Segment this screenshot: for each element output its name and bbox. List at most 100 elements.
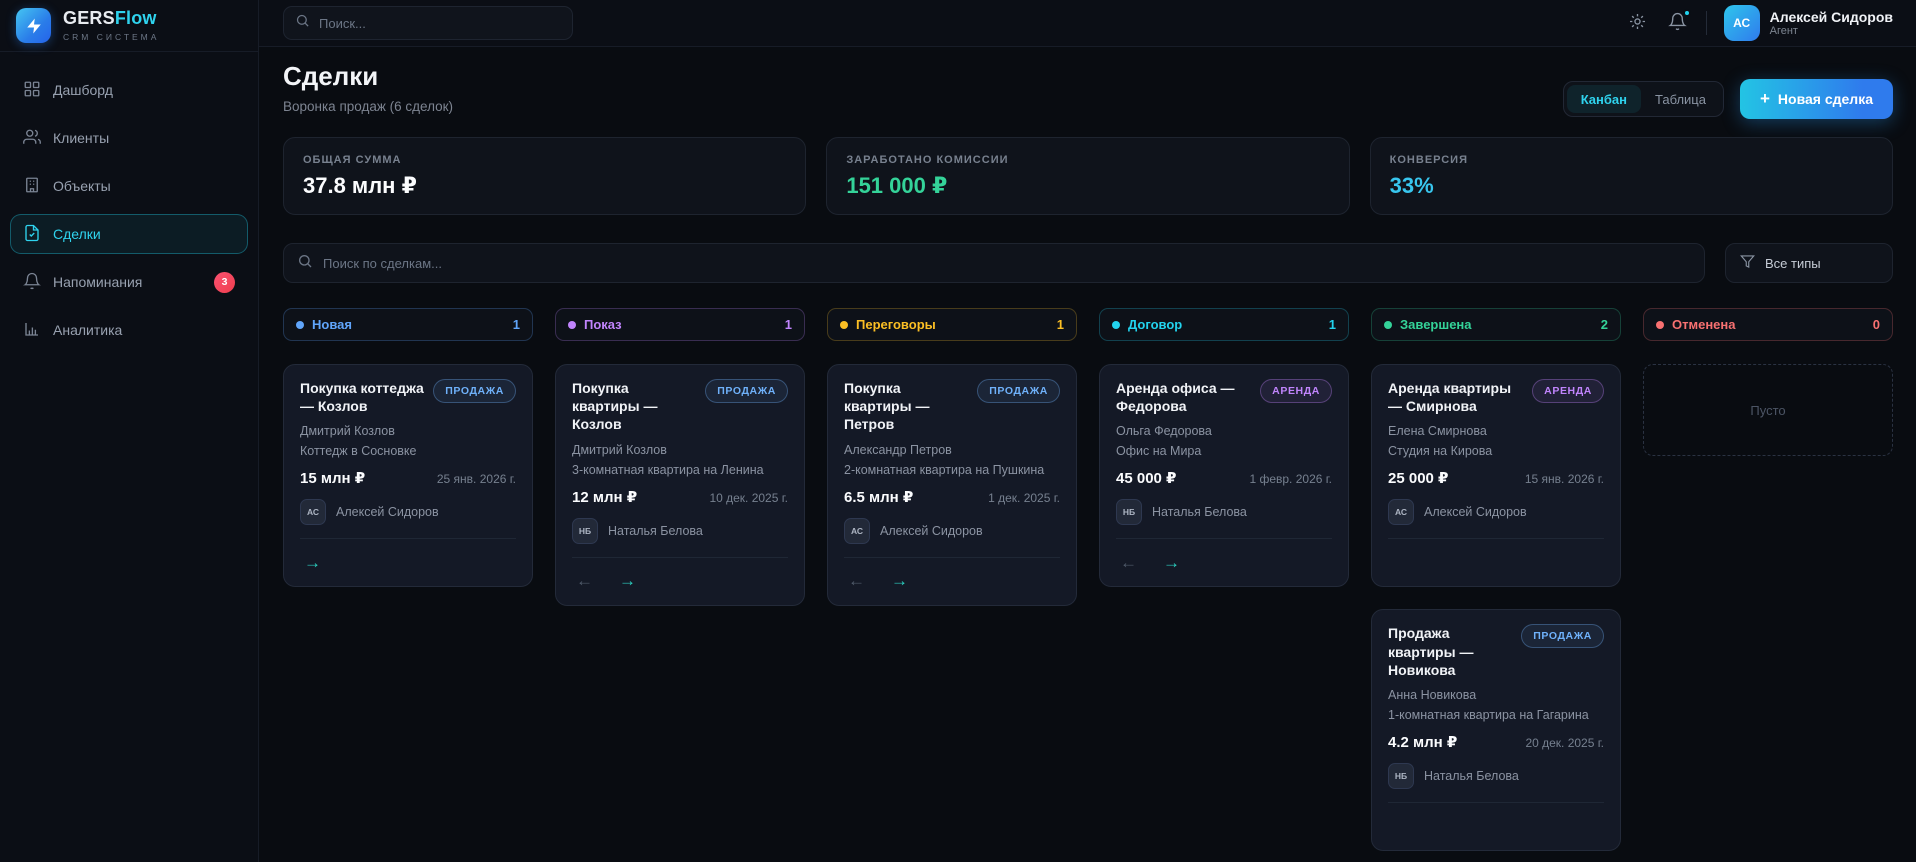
- view-option-table[interactable]: Таблица: [1641, 85, 1720, 113]
- type-filter-dropdown[interactable]: Все типы: [1725, 243, 1893, 283]
- move-right-arrow-icon[interactable]: →: [615, 570, 640, 591]
- agent-avatar: НБ: [1116, 499, 1142, 525]
- card-footer: ←→: [572, 557, 788, 595]
- stat-label: КОНВЕРСИЯ: [1390, 154, 1873, 166]
- sidebar-item-objects[interactable]: Объекты: [10, 166, 248, 206]
- deal-card[interactable]: Аренда офиса — Федорова АРЕНДА Ольга Фед…: [1099, 364, 1349, 587]
- page-title: Сделки: [283, 61, 453, 92]
- move-left-arrow-icon[interactable]: ←: [1116, 552, 1141, 573]
- agent-avatar: АС: [300, 499, 326, 525]
- sidebar-item-analytics[interactable]: Аналитика: [10, 310, 248, 350]
- new-deal-button[interactable]: + Новая сделка: [1740, 79, 1893, 119]
- deal-type-badge: ПРОДАЖА: [1521, 624, 1604, 648]
- sidebar-item-dashboard[interactable]: Дашборд: [10, 70, 248, 110]
- status-dot-icon: [1112, 321, 1120, 329]
- global-search-input[interactable]: [319, 16, 561, 31]
- column-cards: Пусто: [1643, 364, 1893, 456]
- agent-name: Алексей Сидоров: [1424, 505, 1527, 519]
- view-toggle: Канбан Таблица: [1563, 81, 1724, 117]
- empty-column-placeholder: Пусто: [1643, 364, 1893, 456]
- sidebar-item-label: Сделки: [53, 226, 101, 242]
- topbar: АС Алексей Сидоров Агент: [259, 0, 1916, 47]
- deal-date: 10 дек. 2025 г.: [709, 491, 788, 505]
- agent-avatar: АС: [844, 518, 870, 544]
- column-count: 1: [1329, 317, 1336, 332]
- move-left-arrow-icon[interactable]: ←: [844, 570, 869, 591]
- kanban-column-header: Завершена 2: [1371, 308, 1621, 341]
- status-dot-icon: [840, 321, 848, 329]
- deal-property: Офис на Мира: [1116, 444, 1332, 458]
- move-right-arrow-icon[interactable]: →: [300, 552, 325, 573]
- bar-chart-icon: [23, 320, 41, 341]
- user-role: Агент: [1770, 25, 1893, 37]
- type-filter-value: Все типы: [1765, 256, 1821, 271]
- deal-card[interactable]: Аренда квартиры — Смирнова АРЕНДА Елена …: [1371, 364, 1621, 587]
- sidebar-item-deals[interactable]: Сделки: [10, 214, 248, 254]
- brand-name: GERSFlow: [63, 9, 159, 29]
- column-title: Новая: [312, 317, 352, 332]
- deal-price: 4.2 млн ₽: [1388, 733, 1457, 751]
- deal-client: Дмитрий Козлов: [300, 424, 516, 438]
- notifications-button[interactable]: [1666, 10, 1689, 36]
- sidebar-item-label: Клиенты: [53, 130, 109, 146]
- deal-title: Покупка коттеджа — Козлов: [300, 379, 425, 415]
- users-icon: [23, 128, 41, 149]
- deal-price: 6.5 млн ₽: [844, 488, 913, 506]
- stat-card-commission: ЗАРАБОТАНО КОМИССИИ 151 000 ₽: [826, 137, 1349, 215]
- deal-price: 15 млн ₽: [300, 469, 365, 487]
- deal-title: Покупка квартиры — Петров: [844, 379, 969, 434]
- settings-button[interactable]: [1626, 10, 1649, 36]
- move-left-arrow-icon[interactable]: ←: [572, 570, 597, 591]
- sidebar-item-reminders[interactable]: Напоминания 3: [10, 262, 248, 302]
- agent-avatar: АС: [1388, 499, 1414, 525]
- file-check-icon: [23, 224, 41, 245]
- agent-name: Наталья Белова: [1424, 769, 1519, 783]
- deal-property: 3-комнатная квартира на Ленина: [572, 463, 788, 477]
- deal-card[interactable]: Покупка квартиры — Петров ПРОДАЖА Алекса…: [827, 364, 1077, 606]
- deals-search[interactable]: [283, 243, 1705, 283]
- sidebar-item-label: Аналитика: [53, 322, 122, 338]
- deal-card[interactable]: Покупка квартиры — Козлов ПРОДАЖА Дмитри…: [555, 364, 805, 606]
- sidebar-item-label: Напоминания: [53, 274, 142, 290]
- view-option-kanban[interactable]: Канбан: [1567, 85, 1641, 113]
- card-footer: [1388, 802, 1604, 840]
- column-count: 1: [513, 317, 520, 332]
- divider: [1706, 11, 1707, 35]
- stat-label: ЗАРАБОТАНО КОМИССИИ: [846, 154, 1329, 166]
- deal-type-badge: ПРОДАЖА: [433, 379, 516, 403]
- global-search[interactable]: [283, 6, 573, 40]
- user-menu[interactable]: АС Алексей Сидоров Агент: [1724, 5, 1893, 41]
- column-title: Отменена: [1672, 317, 1736, 332]
- deal-title: Продажа квартиры — Новикова: [1388, 624, 1513, 679]
- column-cards: Аренда офиса — Федорова АРЕНДА Ольга Фед…: [1099, 364, 1349, 587]
- kanban-column: Завершена 2 Аренда квартиры — Смирнова А…: [1371, 308, 1621, 851]
- deal-client: Дмитрий Козлов: [572, 443, 788, 457]
- column-cards: Аренда квартиры — Смирнова АРЕНДА Елена …: [1371, 364, 1621, 851]
- move-right-arrow-icon[interactable]: →: [1159, 552, 1184, 573]
- reminders-count-badge: 3: [214, 272, 235, 293]
- status-dot-icon: [1384, 321, 1392, 329]
- move-right-arrow-icon[interactable]: →: [887, 570, 912, 591]
- sidebar-item-clients[interactable]: Клиенты: [10, 118, 248, 158]
- deals-search-input[interactable]: [323, 256, 1691, 271]
- kanban-column-header: Показ 1: [555, 308, 805, 341]
- kanban-column-header: Новая 1: [283, 308, 533, 341]
- deal-card[interactable]: Покупка коттеджа — Козлов ПРОДАЖА Дмитри…: [283, 364, 533, 587]
- deal-card[interactable]: Продажа квартиры — Новикова ПРОДАЖА Анна…: [1371, 609, 1621, 851]
- card-footer: →: [300, 538, 516, 576]
- kanban-column-header: Переговоры 1: [827, 308, 1077, 341]
- deal-date: 25 янв. 2026 г.: [437, 472, 516, 486]
- deal-title: Покупка квартиры — Козлов: [572, 379, 697, 434]
- deal-type-badge: ПРОДАЖА: [705, 379, 788, 403]
- column-title: Переговоры: [856, 317, 936, 332]
- kanban-column: Переговоры 1 Покупка квартиры — Петров П…: [827, 308, 1077, 606]
- brand-subtitle: CRM СИСТЕМА: [63, 32, 159, 42]
- card-footer: ←→: [1116, 538, 1332, 576]
- column-count: 1: [1057, 317, 1064, 332]
- agent-name: Алексей Сидоров: [336, 505, 439, 519]
- deal-date: 1 февр. 2026 г.: [1249, 472, 1332, 486]
- kanban-column: Показ 1 Покупка квартиры — Козлов ПРОДАЖ…: [555, 308, 805, 606]
- kanban-column: Договор 1 Аренда офиса — Федорова АРЕНДА…: [1099, 308, 1349, 587]
- kanban-board: Новая 1 Покупка коттеджа — Козлов ПРОДАЖ…: [283, 308, 1893, 851]
- funnel-icon: [1740, 254, 1755, 272]
